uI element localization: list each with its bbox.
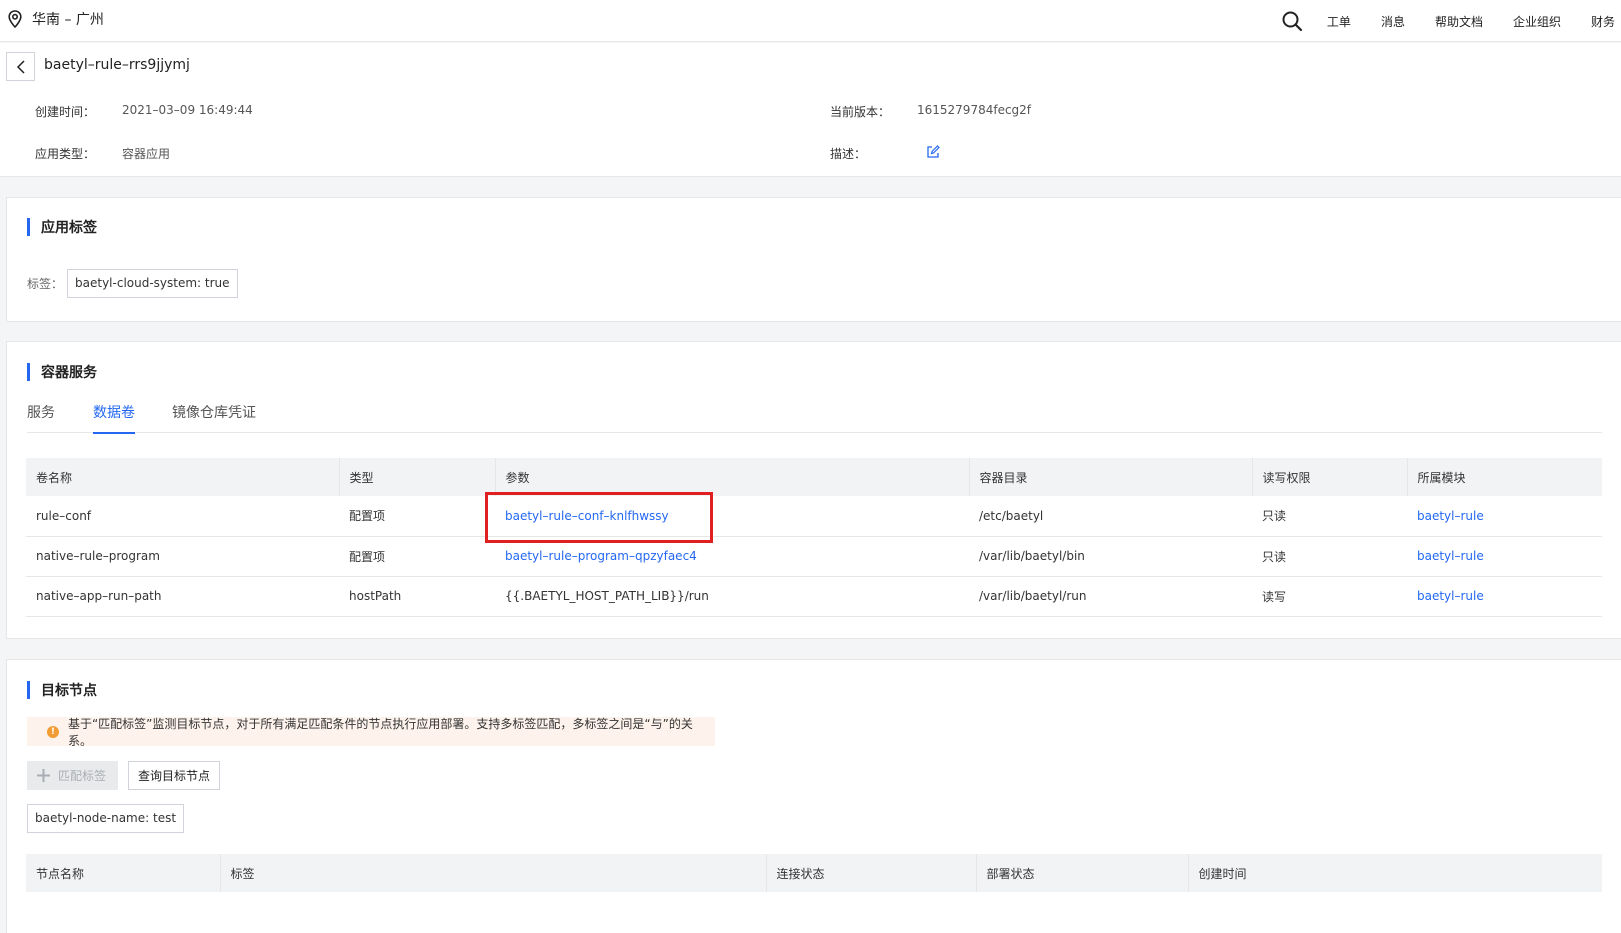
table-row: native–rule–program 配置项 baetyl–rule–prog… [26,536,1602,577]
column-header: 读写权限 [1252,458,1408,496]
column-header: 部署状态 [976,854,1189,892]
current-version-value: 1615279784fecg2f [917,103,1031,117]
nav-tickets[interactable]: 工单 [1327,13,1351,30]
volume-type: 配置项 [339,536,495,577]
search-icon[interactable] [1281,10,1303,32]
tag-label: 标签： [27,277,64,291]
app-header: baetyl–rule–rrs9jjymj 创建时间： 2021–03–09 1… [0,43,1621,177]
column-header: 类型 [339,458,496,496]
app-labels-title: 应用标签 [41,220,97,236]
volume-dir: /var/lib/baetyl/run [969,576,1252,617]
section-title: 应用标签 [27,217,97,237]
container-service-card: 容器服务 服务 数据卷 镜像仓库凭证 卷名称 类型 参数 容器目录 读写权限 所… [6,341,1621,639]
section-title: 目标节点 [27,680,97,700]
nav-organization[interactable]: 企业组织 [1513,13,1561,30]
version-label: 当前版本： [830,105,891,119]
title-accent-bar [27,218,30,236]
volume-type: 配置项 [339,496,495,537]
tab-volumes[interactable]: 数据卷 [93,402,135,434]
query-target-nodes-button[interactable]: 查询目标节点 [128,761,220,790]
volume-module-link[interactable]: baetyl–rule [1407,536,1602,577]
top-nav: 工单 消息 帮助文档 企业组织 财务 [1281,0,1621,42]
volume-type: hostPath [339,576,495,617]
app-type-label: 应用类型： [35,147,96,161]
app-type: 应用类型： [35,145,95,162]
back-arrow-icon [16,59,25,74]
column-header: 标签 [220,854,767,892]
volume-permission: 读写 [1252,576,1407,617]
match-labels-button[interactable]: 匹配标签 [27,761,118,790]
volume-module-link[interactable]: baetyl–rule [1407,496,1602,537]
volume-param-link[interactable]: baetyl–rule–conf–knlfhwssy [495,496,969,537]
node-tag-chip: baetyl-node-name: test [27,804,185,833]
page-title: baetyl–rule–rrs9jjymj [44,57,190,73]
plus-icon [37,769,50,782]
column-header: 所属模块 [1407,458,1602,496]
nodes-table: 节点名称 标签 连接状态 部署状态 创建时间 [26,854,1602,892]
created-time-label: 创建时间： [35,105,96,119]
volume-permission: 只读 [1252,536,1407,577]
table-row: native–app–run–path hostPath {{.BAETYL_H… [26,576,1602,617]
volume-dir: /etc/baetyl [969,496,1252,537]
app-type-value: 容器应用 [122,145,170,162]
volume-param: {{.BAETYL_HOST_PATH_LIB}}/run [495,576,969,617]
title-accent-bar [27,363,30,381]
target-nodes-card: 目标节点 ! 基于“匹配标签”监测目标节点，对于所有满足匹配条件的节点执行应用部… [6,659,1621,933]
column-header: 创建时间 [1188,854,1602,892]
notice-text: 基于“匹配标签”监测目标节点，对于所有满足匹配条件的节点执行应用部署。支持多标签… [67,716,693,748]
container-service-title: 容器服务 [41,365,97,381]
volume-name: native–rule–program [26,536,339,577]
top-bar: 华南 – 广州 工单 消息 帮助文档 企业组织 财务 [0,0,1621,42]
edit-icon[interactable] [926,145,940,159]
volume-name: native–app–run–path [26,576,339,617]
table-header-row: 卷名称 类型 参数 容器目录 读写权限 所属模块 [26,458,1602,496]
title-accent-bar [27,681,30,699]
current-version: 当前版本： [830,103,890,120]
description: 描述： [830,145,866,162]
column-header: 参数 [495,458,970,496]
volumes-table: 卷名称 类型 参数 容器目录 读写权限 所属模块 rule–conf 配置项 b… [26,458,1602,617]
column-header: 卷名称 [26,458,340,496]
column-header: 节点名称 [26,854,221,892]
nav-finance[interactable]: 财务 [1591,13,1615,30]
column-header: 容器目录 [969,458,1253,496]
nav-help-docs[interactable]: 帮助文档 [1435,13,1483,30]
tab-bar: 服务 数据卷 镜像仓库凭证 [27,400,1602,434]
volume-param-link[interactable]: baetyl–rule–program–qpzyfaec4 [495,536,969,577]
region-selector[interactable]: 华南 – 广州 [8,9,104,29]
back-button[interactable] [6,52,35,81]
info-notice: ! 基于“匹配标签”监测目标节点，对于所有满足匹配条件的节点执行应用部署。支持多… [27,716,715,748]
volume-name: rule–conf [26,496,339,537]
label-tag-chip: baetyl-cloud-system: true [67,269,238,298]
volume-dir: /var/lib/baetyl/bin [969,536,1252,577]
app-labels-card: 应用标签 标签： baetyl-cloud-system: true [6,197,1621,322]
volume-module-link[interactable]: baetyl–rule [1407,576,1602,617]
volume-permission: 只读 [1252,496,1407,537]
description-label: 描述： [830,147,867,161]
tab-services[interactable]: 服务 [27,402,55,432]
region-label: 华南 – 广州 [32,12,104,28]
match-labels-label: 匹配标签 [58,769,107,783]
target-nodes-title: 目标节点 [41,683,97,699]
tag-row: 标签： baetyl-cloud-system: true [27,269,238,298]
section-title: 容器服务 [27,362,97,382]
table-row: rule–conf 配置项 baetyl–rule–conf–knlfhwssy… [26,496,1602,537]
created-time-value: 2021–03–09 16:49:44 [122,103,253,117]
table-header-row: 节点名称 标签 连接状态 部署状态 创建时间 [26,854,1602,892]
tab-registry-credentials[interactable]: 镜像仓库凭证 [172,402,256,432]
location-pin-icon [8,10,22,28]
nav-messages[interactable]: 消息 [1381,13,1405,30]
column-header: 连接状态 [766,854,977,892]
version-text: 1615279784fecg2f [917,103,1032,117]
created-time-text: 2021–03–09 16:49:44 [122,103,253,117]
created-time: 创建时间： [35,103,95,120]
app-type-text: 容器应用 [122,147,171,161]
warning-icon: ! [47,725,59,738]
